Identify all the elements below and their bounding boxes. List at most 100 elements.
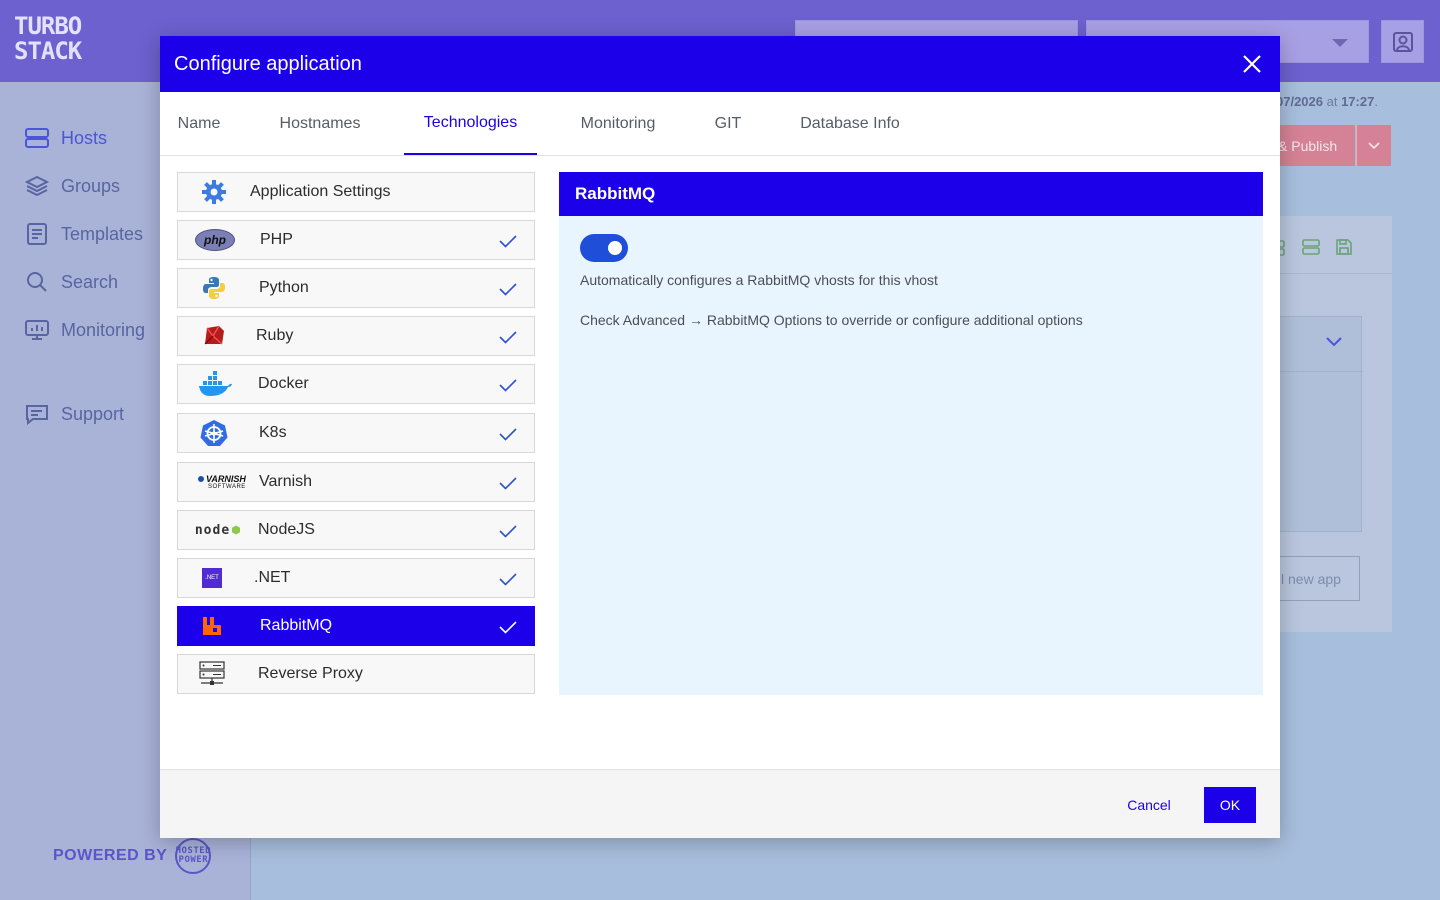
tech-label: PHP: [260, 231, 293, 248]
chevron-down-icon[interactable]: [1325, 336, 1343, 348]
hosts-icon: [24, 126, 49, 151]
tech-label: NodeJS: [258, 521, 315, 538]
ruby-icon: [196, 322, 232, 350]
tech-label: Docker: [258, 375, 309, 392]
hosted-power-logo[interactable]: HOSTED POWER: [175, 838, 212, 874]
dotnet-icon-text: .NET: [202, 568, 222, 588]
toggle-knob: [608, 241, 622, 255]
check-icon: [499, 573, 517, 586]
server-icon: [194, 660, 230, 688]
sidebar-item-support[interactable]: Support: [24, 400, 124, 428]
nodejs-icon-text: node: [194, 522, 231, 538]
tech-item-k8s[interactable]: K8s: [177, 413, 535, 453]
check-icon: [499, 235, 517, 248]
date-at: at: [1323, 94, 1342, 109]
tech-item-reverse-proxy[interactable]: Reverse Proxy: [177, 654, 535, 694]
tab-label: Technologies: [423, 113, 518, 131]
tech-item-dotnet[interactable]: .NET .NET: [177, 558, 535, 598]
modal-footer: Cancel OK: [160, 769, 1280, 838]
tab-git[interactable]: GIT: [703, 92, 753, 155]
tech-label: Varnish: [259, 473, 313, 490]
check-icon: [499, 331, 517, 344]
tab-technologies[interactable]: Technologies: [404, 92, 537, 155]
check-icon: [499, 621, 517, 634]
save-publish-button[interactable]: & Publish: [1276, 125, 1355, 166]
modal-title: Configure application: [174, 52, 362, 75]
new-app-label: l new app: [1281, 570, 1341, 587]
monitoring-icon: [24, 318, 49, 343]
tab-monitoring[interactable]: Monitoring: [564, 92, 672, 155]
ok-button[interactable]: OK: [1204, 787, 1256, 823]
sidebar-item-hosts[interactable]: Hosts: [24, 124, 107, 152]
configure-application-modal: Configure application Name Hostnames Tec…: [160, 36, 1280, 838]
tab-label: Monitoring: [580, 114, 656, 132]
docker-icon: [194, 370, 236, 398]
cancel-button[interactable]: Cancel: [1118, 787, 1180, 823]
tab-database-info[interactable]: Database Info: [785, 92, 915, 155]
tech-item-nodejs[interactable]: node NodeJS: [177, 510, 535, 550]
tech-label: Ruby: [256, 327, 294, 344]
tab-label: Hostnames: [279, 114, 361, 132]
tech-label: Python: [259, 279, 309, 296]
modal-tabs: Name Hostnames Technologies Monitoring G…: [160, 92, 1280, 156]
hosted-power-logo-text: HOSTED POWER: [175, 846, 212, 865]
tab-label: Database Info: [800, 114, 900, 132]
turbostack-logo[interactable]: TURBO STACK: [14, 14, 82, 68]
tech-label: Reverse Proxy: [258, 665, 363, 682]
time-value: 17:27: [1341, 94, 1375, 109]
user-account-button[interactable]: [1381, 20, 1424, 63]
cancel-label: Cancel: [1127, 797, 1171, 813]
tab-label: Name: [177, 114, 221, 132]
tech-item-ruby[interactable]: Ruby: [177, 316, 535, 356]
sidebar-item-groups[interactable]: Groups: [24, 172, 120, 200]
close-icon[interactable]: [1240, 52, 1264, 76]
add-new-app-button[interactable]: l new app: [1276, 556, 1360, 601]
tab-hostnames[interactable]: Hostnames: [264, 92, 376, 155]
sidebar-item-label: Groups: [61, 175, 121, 196]
check-icon: [499, 283, 517, 296]
detail-hint: Check Advanced → RabbitMQ Options to ove…: [580, 312, 1083, 328]
tech-item-python[interactable]: Python: [177, 268, 535, 308]
tech-item-varnish[interactable]: VARNISH SOFTWARE Varnish: [177, 462, 535, 502]
support-icon: [24, 402, 49, 427]
date-end: .: [1374, 94, 1378, 109]
sidebar-item-monitoring[interactable]: Monitoring: [24, 316, 145, 344]
date-value: 07/2026: [1276, 94, 1323, 109]
technology-detail-panel: RabbitMQ Automatically configures a Rabb…: [559, 172, 1263, 695]
dotnet-icon: .NET: [194, 564, 230, 592]
sidebar-item-search[interactable]: Search: [24, 268, 118, 296]
sidebar-item-label: Hosts: [61, 127, 108, 148]
varnish-icon: VARNISH SOFTWARE: [198, 468, 246, 496]
tech-item-php[interactable]: php PHP: [177, 220, 535, 260]
modal-header: Configure application: [160, 36, 1280, 92]
panel-toolbar: [1276, 216, 1392, 274]
sidebar-item-label: Search: [61, 271, 119, 292]
tech-item-docker[interactable]: Docker: [177, 364, 535, 404]
sidebar-item-label: Support: [61, 403, 125, 424]
varnish-icon-subtext: SOFTWARE: [208, 484, 246, 490]
rabbitmq-icon: [194, 612, 230, 640]
php-icon-text: php: [195, 229, 235, 251]
check-icon: [499, 379, 517, 392]
tech-item-rabbitmq[interactable]: RabbitMQ: [177, 606, 535, 646]
tab-label: GIT: [714, 114, 742, 132]
save-icon[interactable]: [1335, 238, 1353, 256]
tech-item-application-settings[interactable]: Application Settings: [177, 172, 535, 212]
templates-icon: [24, 222, 49, 247]
user-icon: [1392, 31, 1413, 52]
gear-icon: [196, 178, 232, 206]
powered-by: POWERED BY HOSTED POWER: [53, 838, 212, 874]
rabbitmq-enable-toggle[interactable]: [580, 234, 628, 262]
ok-label: OK: [1219, 797, 1241, 813]
tech-label: .NET: [254, 569, 291, 586]
sidebar-item-templates[interactable]: Templates: [24, 220, 143, 248]
sidebar-item-label: Monitoring: [61, 319, 146, 340]
servers-icon[interactable]: [1302, 238, 1320, 256]
groups-icon: [24, 174, 49, 199]
tech-label: Application Settings: [250, 183, 391, 200]
tab-name[interactable]: Name: [163, 92, 235, 155]
publish-dropdown-button[interactable]: [1356, 125, 1391, 166]
detail-title: RabbitMQ: [559, 172, 1263, 216]
publish-label: & Publish: [1278, 137, 1338, 154]
python-icon: [196, 274, 232, 302]
